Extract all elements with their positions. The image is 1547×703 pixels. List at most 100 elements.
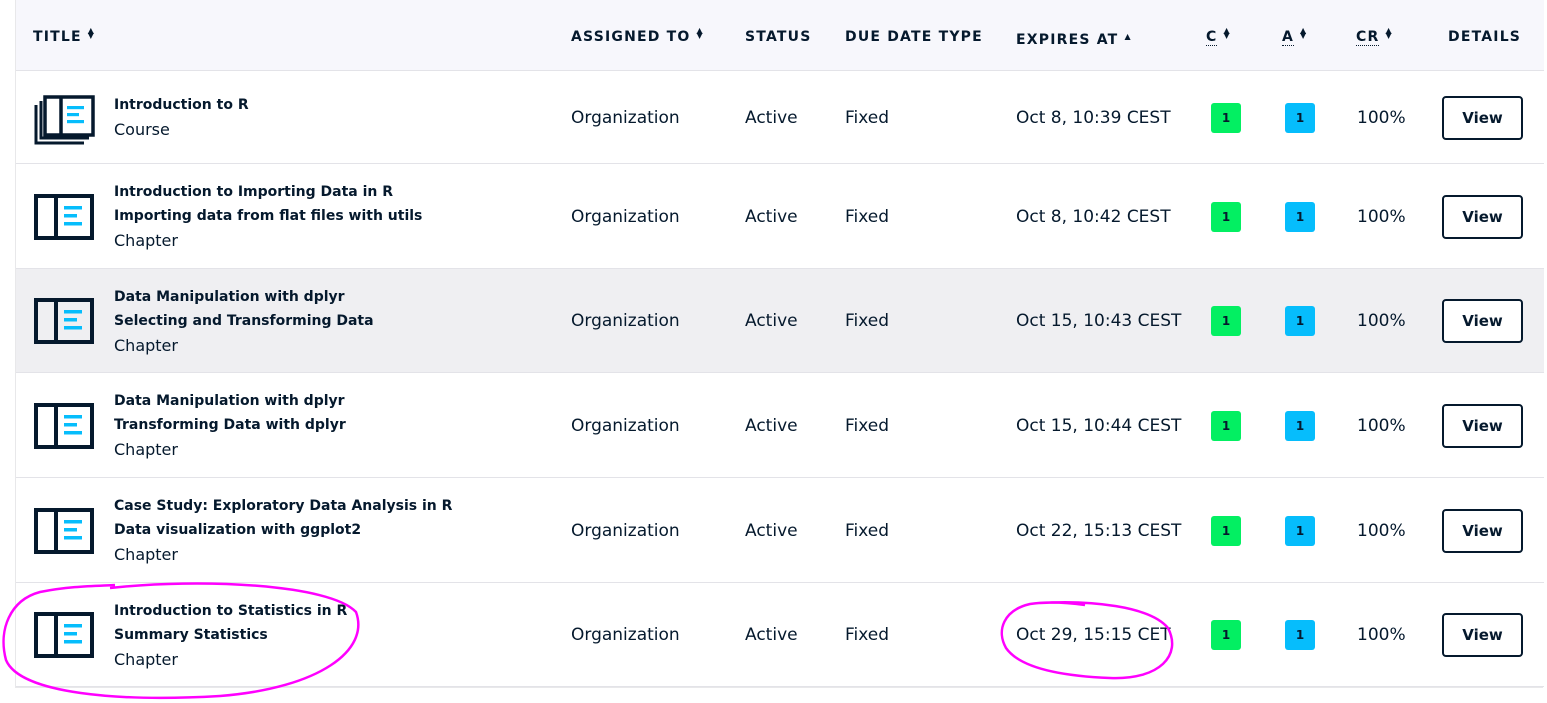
row-completion-rate: 100%: [1357, 107, 1406, 128]
row-due-date-type: Fixed: [845, 107, 890, 128]
row-title-block[interactable]: Data Manipulation with dplyr Selecting an…: [114, 285, 374, 358]
attempted-badge: 1: [1285, 201, 1315, 232]
sort-icon[interactable]: ▲ ▼: [1300, 27, 1306, 42]
content-layout-icon: [34, 193, 94, 240]
completed-badge: 1: [1211, 306, 1241, 336]
attempted-badge: 1: [1285, 102, 1315, 133]
sort-ascending-icon[interactable]: ▲: [1124, 32, 1130, 41]
row-due-date-type: Fixed: [845, 206, 890, 227]
row-status: Active: [745, 415, 798, 436]
table-row: Introduction to Statistics in R Summary S…: [16, 583, 1544, 687]
attempted-badge: 1: [1285, 410, 1315, 441]
row-expires-at: Oct 29, 15:15 CET: [1016, 625, 1171, 645]
row-status: Active: [745, 206, 798, 227]
header-due-date-type: DUE DATE TYPE: [845, 29, 983, 45]
view-button[interactable]: View: [1442, 613, 1523, 657]
row-content-type: Chapter: [114, 545, 178, 564]
table-row: Data Manipulation with dplyr Selecting an…: [16, 269, 1544, 373]
header-expires-at[interactable]: EXPIRES AT ▲: [1016, 28, 1131, 49]
header-status: STATUS: [745, 29, 812, 45]
table-row: Introduction to R Course Organization Activ…: [16, 71, 1544, 164]
header-title[interactable]: TITLE ▲ ▼: [33, 27, 94, 46]
row-expires-at: Oct 8, 10:39 CEST: [1016, 107, 1171, 128]
table-row: Introduction to Importing Data in R Impor…: [16, 164, 1544, 269]
row-title[interactable]: Introduction to R: [114, 93, 249, 117]
row-title-block[interactable]: Case Study: Exploratory Data Analysis in…: [114, 494, 452, 567]
header-details: DETAILS: [1448, 29, 1522, 45]
row-expires-at: Oct 22, 15:13 CEST: [1016, 520, 1182, 541]
row-assigned-to: Organization: [571, 520, 680, 541]
sort-icon[interactable]: ▲ ▼: [88, 27, 94, 42]
row-subtitle[interactable]: Selecting and Transforming Data: [114, 309, 374, 333]
row-status: Active: [745, 107, 798, 128]
row-content-type: Chapter: [114, 649, 178, 669]
row-due-date-type: Fixed: [845, 311, 890, 331]
completed-badge: 1: [1211, 201, 1241, 232]
completed-badge: 1: [1211, 515, 1241, 546]
row-status: Active: [745, 625, 798, 645]
row-expires-at: Oct 8, 10:42 CEST: [1016, 206, 1171, 227]
view-button[interactable]: View: [1442, 299, 1523, 343]
table-header: TITLE ▲ ▼ ASSIGNED TO ▲ ▼ STATUS DUE DATE TY…: [16, 0, 1544, 71]
row-title[interactable]: Data Manipulation with dplyr: [114, 389, 346, 413]
row-assigned-to: Organization: [571, 625, 680, 645]
course-stack-icon: [34, 94, 95, 144]
header-c[interactable]: C ▲ ▼: [1206, 27, 1230, 46]
row-subtitle[interactable]: Importing data from flat files with util…: [114, 204, 422, 228]
header-cr[interactable]: CR ▲ ▼: [1356, 27, 1392, 46]
table-row: Case Study: Exploratory Data Analysis in…: [16, 478, 1544, 583]
row-completion-rate: 100%: [1357, 311, 1406, 331]
content-layout-icon: [34, 402, 94, 449]
header-assigned-to[interactable]: ASSIGNED TO ▲ ▼: [571, 27, 703, 46]
attempted-badge: 1: [1285, 620, 1315, 650]
attempted-badge: 1: [1285, 306, 1315, 336]
sort-icon[interactable]: ▲ ▼: [1385, 27, 1391, 42]
row-assigned-to: Organization: [571, 415, 680, 436]
completed-badge: 1: [1211, 102, 1241, 133]
row-due-date-type: Fixed: [845, 625, 890, 645]
sort-icon[interactable]: ▲ ▼: [1223, 27, 1229, 42]
row-title-block[interactable]: Introduction to Importing Data in R Impor…: [114, 180, 422, 253]
row-subtitle[interactable]: Summary Statistics: [114, 623, 347, 647]
row-completion-rate: 100%: [1357, 520, 1406, 541]
row-title-block[interactable]: Introduction to R Course: [114, 93, 249, 142]
row-status: Active: [745, 311, 798, 331]
row-title[interactable]: Data Manipulation with dplyr: [114, 285, 374, 309]
view-button[interactable]: View: [1442, 194, 1523, 239]
completed-badge: 1: [1211, 410, 1241, 441]
assignments-table: TITLE ▲ ▼ ASSIGNED TO ▲ ▼ STATUS DUE DATE TY…: [15, 0, 1544, 688]
completed-badge: 1: [1211, 620, 1241, 650]
content-layout-icon: [34, 507, 94, 554]
content-layout-icon: [34, 612, 94, 658]
header-a[interactable]: A ▲ ▼: [1282, 27, 1306, 46]
view-button[interactable]: View: [1442, 403, 1523, 448]
view-button[interactable]: View: [1442, 508, 1523, 553]
row-content-type: Chapter: [114, 231, 178, 250]
table-row: Data Manipulation with dplyr Transforming…: [16, 373, 1544, 478]
view-button[interactable]: View: [1442, 95, 1523, 140]
content-layout-icon: [34, 298, 94, 344]
sort-icon[interactable]: ▲ ▼: [697, 27, 703, 42]
row-assigned-to: Organization: [571, 107, 680, 128]
row-content-type: Course: [114, 120, 170, 139]
row-subtitle[interactable]: Data visualization with ggplot2: [114, 518, 452, 542]
row-assigned-to: Organization: [571, 311, 680, 331]
row-title-block[interactable]: Introduction to Statistics in R Summary S…: [114, 599, 347, 672]
row-expires-at: Oct 15, 10:44 CEST: [1016, 415, 1182, 436]
row-title[interactable]: Case Study: Exploratory Data Analysis in…: [114, 494, 452, 518]
row-content-type: Chapter: [114, 335, 178, 355]
row-completion-rate: 100%: [1357, 625, 1406, 645]
attempted-badge: 1: [1285, 515, 1315, 546]
row-completion-rate: 100%: [1357, 206, 1406, 227]
row-assigned-to: Organization: [571, 206, 680, 227]
row-completion-rate: 100%: [1357, 415, 1406, 436]
row-subtitle[interactable]: Transforming Data with dplyr: [114, 413, 346, 437]
row-title-block[interactable]: Data Manipulation with dplyr Transforming…: [114, 389, 346, 462]
row-content-type: Chapter: [114, 440, 178, 459]
row-due-date-type: Fixed: [845, 520, 890, 541]
row-title[interactable]: Introduction to Statistics in R: [114, 599, 347, 623]
row-due-date-type: Fixed: [845, 415, 890, 436]
row-expires-at: Oct 15, 10:43 CEST: [1016, 311, 1182, 331]
row-status: Active: [745, 520, 798, 541]
row-title[interactable]: Introduction to Importing Data in R: [114, 180, 422, 204]
